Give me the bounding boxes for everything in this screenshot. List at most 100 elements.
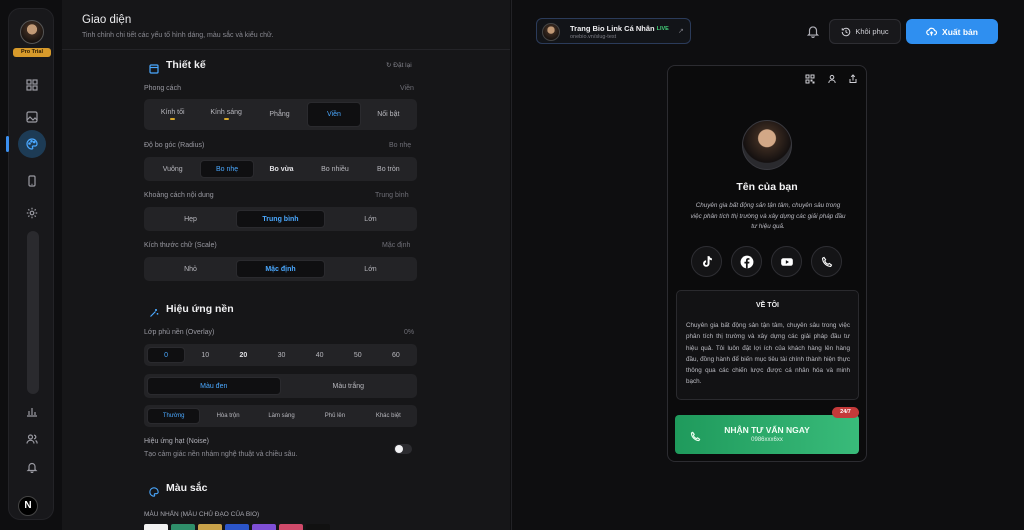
phone-icon[interactable] [811,246,842,277]
overlay-option[interactable]: 10 [187,347,223,363]
overlay-option[interactable]: 0 [147,347,186,363]
layout-icon [149,61,159,74]
style-segmented: Kính tối Kính sáng Phẳng Viền Nổi bật [144,99,417,130]
overlay-color-option[interactable]: Màu trắng [283,377,415,395]
external-link-icon[interactable]: ↗ [678,27,684,35]
color-swatch[interactable] [306,524,330,530]
radius-option[interactable]: Bo nhẹ [200,160,254,178]
spacing-label: Khoảng cách nội dung [144,192,214,199]
page-name: Trang Bio Link Cá Nhân LIVE [570,24,669,33]
publish-button[interactable]: Xuất bản [906,19,998,44]
color-swatch[interactable] [252,524,276,530]
profile-bio: Chuyên gia bất động sản tận tâm, chuyên … [690,202,846,230]
bar-chart-icon[interactable] [20,399,44,423]
vertical-divider [511,0,512,530]
style-option-label: Viền [326,111,341,118]
consult-cta-button[interactable]: NHẬN TƯ VẤN NGAY 0986xxx6xx [675,415,859,454]
restore-button[interactable]: Khôi phục [829,19,901,44]
scale-label: Kích thước chữ (Scale) [144,242,217,249]
color-swatch[interactable] [279,524,303,530]
n-logo-button[interactable]: N [18,496,38,516]
overlay-option[interactable]: 50 [340,347,376,363]
overlay-color-option[interactable]: Màu đen [147,377,281,395]
phone-preview: Tên của bạn Chuyên gia bất động sản tận … [667,65,867,462]
color-swatch[interactable] [198,524,222,530]
overlay-option[interactable]: 20 [225,347,261,363]
scale-segmented: Nhỏ Mặc định Lớn [144,257,417,281]
overlay-option[interactable]: 40 [302,347,338,363]
style-option-light-glass[interactable]: Kính sáng [200,102,251,127]
qr-code-icon[interactable] [805,71,817,84]
blend-option[interactable]: Thường [147,408,201,424]
spacing-option[interactable]: Lớn [327,210,414,228]
about-card: VỀ TÔI Chuyên gia bất động sản tận tâm, … [676,290,859,400]
overlay-option[interactable]: 60 [378,347,414,363]
gear-icon[interactable] [20,201,44,225]
pro-dot-icon [170,118,176,120]
radius-option[interactable]: Vuông [147,160,198,178]
grid-icon[interactable] [20,73,44,97]
blend-option[interactable]: Phủ lên [309,408,360,424]
live-badge: LIVE [656,26,669,32]
rail-scrollbar[interactable] [27,231,39,394]
color-swatch[interactable] [144,524,168,530]
phone-icon[interactable] [20,169,44,193]
availability-badge: 24/7 [832,407,859,418]
style-option-label: Kính sáng [210,109,242,116]
radius-option[interactable]: Bo nhiều [309,160,360,178]
profile-name: Tên của bạn [736,181,798,193]
color-swatch[interactable] [171,524,195,530]
restore-label: Khôi phục [855,27,889,36]
about-title: VỀ TÔI [756,302,779,309]
overlay-option[interactable]: 30 [263,347,299,363]
blend-option[interactable]: Hòa trộn [202,408,253,424]
noise-toggle[interactable] [394,444,412,454]
cta-label: NHẬN TƯ VẤN NGAY [724,425,810,435]
blend-option[interactable]: Khác biệt [363,408,414,424]
radius-option[interactable]: Bo tròn [363,160,414,178]
user-avatar[interactable] [20,20,44,44]
reset-button[interactable]: ↻ Đặt lại [386,61,412,69]
scale-option[interactable]: Lớn [327,260,414,278]
style-option-flat[interactable]: Phẳng [254,102,305,127]
image-icon[interactable] [20,105,44,129]
facebook-icon[interactable] [731,246,762,277]
palette-icon [149,484,159,497]
users-icon[interactable] [20,427,44,451]
blend-option[interactable]: Làm sáng [256,408,307,424]
scale-option[interactable]: Mặc định [236,260,325,278]
accent-color-label: MÀU NHẤN (MÀU CHỦ ĐẠO CỦA BIO) [144,511,260,518]
tiktok-icon[interactable] [691,246,722,277]
page-name-text: Trang Bio Link Cá Nhân [570,24,655,33]
color-swatch[interactable] [225,524,249,530]
app-root: Pro Trial N Giao diện Tinh chỉnh chi tiế… [0,0,1024,530]
style-option-raised[interactable]: Nổi bật [363,102,414,127]
overlay-color-segmented: Màu đen Màu trắng [144,374,417,398]
style-option-outline[interactable]: Viền [307,102,361,127]
radius-option[interactable]: Bo vừa [256,160,307,178]
page-avatar [542,23,560,41]
user-add-icon[interactable] [827,71,839,84]
publish-label: Xuất bản [942,26,978,37]
style-option-label: Phẳng [269,111,290,118]
accent-swatches [144,524,330,530]
page-link-pill[interactable]: Trang Bio Link Cá Nhân LIVE onebio.vn/slu… [536,18,691,44]
share-icon[interactable] [848,71,860,83]
notification-bell-icon[interactable] [806,24,820,38]
spacing-option[interactable]: Trung bình [236,210,325,228]
scale-value: Mặc định [382,242,411,249]
youtube-icon[interactable] [771,246,802,277]
spacing-option[interactable]: Hẹp [147,210,234,228]
profile-photo [742,120,792,170]
history-icon [842,27,851,36]
style-option-dark-glass[interactable]: Kính tối [147,102,198,127]
overlay-label: Lớp phủ nền (Overlay) [144,329,215,336]
bell-icon[interactable] [20,455,44,479]
palette-icon[interactable] [18,130,46,158]
toggle-knob [395,445,403,453]
noise-hint: Tạo cảm giác nền nhám nghệ thuật và chiề… [144,451,298,458]
scale-option[interactable]: Nhỏ [147,260,234,278]
radius-value: Bo nhẹ [389,142,412,149]
page-url: onebio.vn/slug-test [570,34,617,40]
design-section-title: Thiết kế [166,59,206,71]
